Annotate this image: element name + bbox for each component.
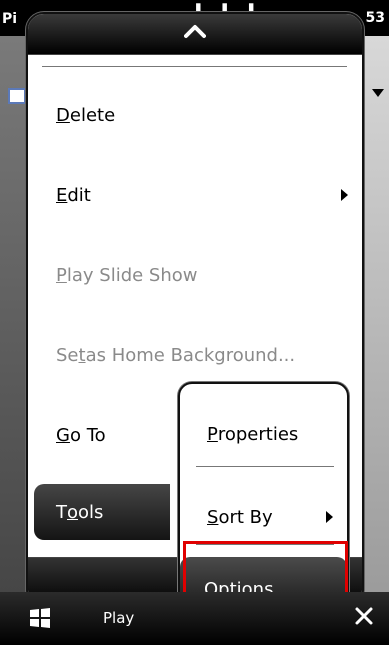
background-app-icon <box>8 88 26 104</box>
menu-item-edit-label: dit <box>67 184 91 206</box>
menu-item-delete[interactable]: Delete <box>28 86 362 144</box>
chevron-right-icon <box>326 511 333 523</box>
soft-key-bar: Play <box>0 592 389 645</box>
status-app-title-fragment: Pi <box>2 11 18 27</box>
menu-item-set-home-background-mnemonic: t <box>78 344 86 366</box>
submenu-item-properties-label: roperties <box>217 423 299 445</box>
menu-header[interactable] <box>28 14 362 55</box>
submenu-item-properties-mnemonic: P <box>207 423 218 445</box>
windows-mobile-screen: Pi ▮ ▮ ▮ 53 Delete Edit Play Slide Show … <box>0 0 389 645</box>
menu-item-set-home-background: Se t as Home Background... <box>28 326 362 384</box>
menu-item-tools-label: ols <box>78 501 104 523</box>
menu-item-go-to-label: o To <box>69 424 106 446</box>
dropdown-arrow-icon <box>372 89 384 97</box>
submenu-item-sort-by-mnemonic: S <box>207 506 219 528</box>
menu-item-delete-label: elete <box>69 104 116 126</box>
submenu-item-sort-by-label: ort By <box>218 506 273 528</box>
menu-separator <box>42 66 347 67</box>
menu-item-play-slide-show-mnemonic: P <box>56 264 67 286</box>
chevron-right-icon <box>341 189 348 201</box>
menu-item-edit[interactable]: Edit <box>28 166 362 224</box>
close-icon[interactable] <box>352 604 376 628</box>
submenu-item-sort-by[interactable]: Sort By <box>180 490 347 544</box>
tools-submenu: Properties Sort By Options... <box>178 382 349 626</box>
windows-start-icon[interactable] <box>28 606 52 630</box>
submenu-separator <box>196 544 334 545</box>
menu-item-edit-mnemonic: E <box>56 184 68 206</box>
background-app-right-panel <box>363 36 389 616</box>
submenu-item-properties[interactable]: Properties <box>180 407 347 461</box>
menu-item-set-home-background-prefix: Se <box>56 344 79 366</box>
submenu-separator <box>196 466 334 467</box>
menu-item-tools[interactable]: To ols <box>34 484 170 540</box>
menu-item-tools-mnemonic: o <box>67 501 79 523</box>
menu-item-play-slide-show: Play Slide Show <box>28 246 362 304</box>
status-time-fragment: 53 <box>365 10 385 26</box>
menu-item-tools-prefix: T <box>56 501 67 523</box>
chevron-up-icon[interactable] <box>184 23 206 39</box>
menu-item-delete-mnemonic: D <box>56 104 70 126</box>
menu-item-set-home-background-label: as Home Background... <box>85 344 296 366</box>
menu-item-go-to-mnemonic: G <box>56 424 70 446</box>
menu-item-play-slide-show-label: lay Slide Show <box>66 264 198 286</box>
play-softkey[interactable]: Play <box>103 609 134 627</box>
